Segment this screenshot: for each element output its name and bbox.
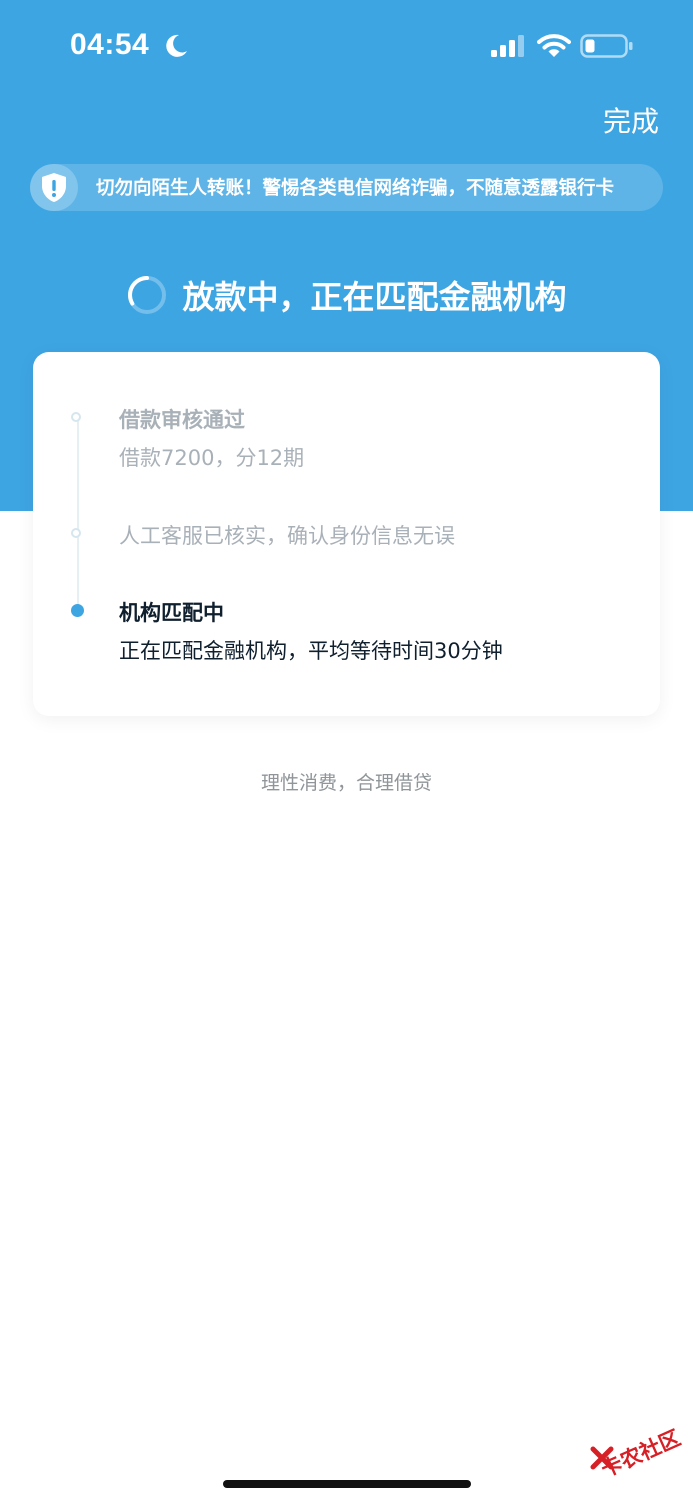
step-dot bbox=[71, 412, 81, 422]
status-time: 04:54 bbox=[70, 28, 150, 61]
home-indicator[interactable] bbox=[223, 1480, 471, 1488]
step-dot-active bbox=[71, 604, 84, 617]
shield-icon-wrapper bbox=[30, 164, 78, 211]
battery-icon bbox=[580, 34, 633, 58]
step-description: 借款7200，分12期 bbox=[119, 446, 305, 470]
step-dot bbox=[71, 528, 81, 538]
loan-status-title: 放款中，正在匹配金融机构 bbox=[182, 278, 567, 316]
cellular-signal-icon bbox=[491, 35, 524, 57]
loan-status: 放款中，正在匹配金融机构 bbox=[0, 268, 693, 322]
timeline-line bbox=[77, 418, 79, 610]
footer-slogan: 理性消费，合理借贷 bbox=[260, 772, 432, 794]
loading-spinner-icon bbox=[128, 276, 167, 314]
wifi-icon bbox=[537, 34, 571, 57]
status-bar: 04:54 bbox=[0, 0, 693, 90]
fraud-warning-text: 切勿向陌生人转账！警惕各类电信网络诈骗，不随意透露银行卡 bbox=[96, 178, 615, 199]
progress-card: 借款审核通过 借款7200，分12期 人工客服已核实，确认身份信息无误 机构匹配… bbox=[33, 352, 660, 716]
shield-icon bbox=[42, 173, 66, 202]
fraud-warning-banner: 切勿向陌生人转账！警惕各类电信网络诈骗，不随意透露银行卡 bbox=[30, 164, 663, 211]
step-title: 人工客服已核实，确认身份信息无误 bbox=[119, 524, 455, 548]
done-button[interactable]: 完成 bbox=[603, 100, 659, 140]
moon-icon bbox=[166, 34, 187, 57]
step-title: 借款审核通过 bbox=[119, 408, 245, 432]
step-title: 机构匹配中 bbox=[119, 601, 224, 625]
step-description: 正在匹配金融机构，平均等待时间30分钟 bbox=[119, 639, 503, 663]
watermark: 卡农社区 bbox=[590, 1410, 690, 1482]
watermark-text: 卡农社区 bbox=[597, 1425, 685, 1482]
